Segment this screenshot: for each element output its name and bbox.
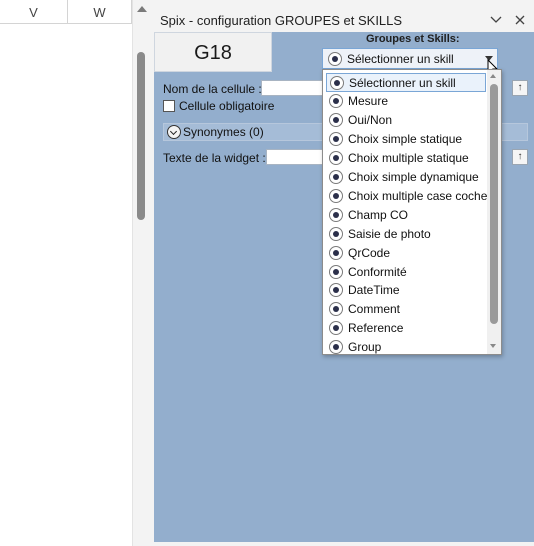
panel-header: Spix - configuration GROUPES et SKILLS <box>150 0 534 34</box>
widget-text-label: Texte de la widget : <box>163 151 266 165</box>
skill-bullet-icon <box>330 75 344 90</box>
dropdown-item[interactable]: Choix simple statique <box>326 130 486 149</box>
cell-name-label: Nom de la cellule : <box>163 82 262 96</box>
skill-bullet-icon <box>329 113 343 128</box>
cell-name-input[interactable] <box>261 80 323 96</box>
dropdown-item-label: Choix simple statique <box>348 132 463 147</box>
synonyms-label: Synonymes (0) <box>183 125 264 139</box>
skill-dropdown-list[interactable]: Sélectionner un skill Mesure Oui/Non Choix … <box>322 69 502 355</box>
skill-bullet-icon <box>329 340 343 355</box>
skill-bullet-icon <box>329 170 343 184</box>
dropdown-item-label: Conformité <box>348 264 407 279</box>
chevron-down-icon[interactable] <box>488 12 504 28</box>
skill-bullet-icon <box>329 245 343 260</box>
dropdown-item[interactable]: Choix multiple statique <box>326 149 486 168</box>
dropdown-item-label: QrCode <box>348 245 391 260</box>
dropdown-item[interactable]: Conformité <box>326 262 486 281</box>
column-headers: V W <box>0 0 132 24</box>
skill-bullet-icon <box>329 321 343 336</box>
scroll-up-arrow-icon[interactable] <box>137 6 147 12</box>
skill-bullet-icon <box>329 94 343 109</box>
skill-bullet-icon <box>329 302 343 317</box>
dropdown-scroll-thumb[interactable] <box>490 84 498 324</box>
dropdown-item-label: Group <box>348 340 382 355</box>
dropdown-item[interactable]: Sélectionner un skill <box>326 73 486 92</box>
dropdown-item-label: Choix multiple case cocher <box>348 188 492 203</box>
chevron-down-circle-icon[interactable] <box>167 125 181 139</box>
skill-bullet-icon <box>328 51 342 66</box>
skill-bullet-icon <box>329 151 343 166</box>
dropdown-item-label: DateTime <box>348 283 400 298</box>
skill-bullet-icon <box>329 207 343 222</box>
dropdown-scrollbar[interactable] <box>487 70 501 354</box>
skill-bullet-icon <box>329 188 343 203</box>
panel-title: Spix - configuration GROUPES et SKILLS <box>160 13 403 28</box>
scroll-up-icon[interactable] <box>490 74 496 78</box>
required-checkbox[interactable] <box>163 100 175 112</box>
column-header-v[interactable]: V <box>0 0 68 24</box>
widget-text-arrow-button[interactable]: ↑ <box>512 149 528 165</box>
widget-text-input[interactable] <box>266 149 324 165</box>
skill-bullet-icon <box>329 226 343 241</box>
scroll-down-icon[interactable] <box>490 344 496 348</box>
dropdown-item-label: Champ CO <box>348 207 409 222</box>
dropdown-item[interactable]: Mesure <box>326 92 486 111</box>
dropdown-item[interactable]: Champ CO <box>326 205 486 224</box>
dropdown-item[interactable]: QrCode <box>326 243 486 262</box>
required-label: Cellule obligatoire <box>179 99 275 113</box>
dropdown-item-label: Choix simple dynamique <box>348 170 479 184</box>
dropdown-item[interactable]: DateTime <box>326 281 486 300</box>
cell-name-arrow-button[interactable]: ↑ <box>512 80 528 96</box>
dropdown-item-label: Saisie de photo <box>348 226 431 241</box>
dropdown-item[interactable]: Choix simple dynamique <box>326 168 486 187</box>
dropdown-item[interactable]: Choix multiple case cocher <box>326 186 491 205</box>
spreadsheet-area: V W <box>0 0 150 546</box>
skill-bullet-icon <box>329 283 343 298</box>
dropdown-item[interactable]: Group <box>326 338 486 357</box>
dropdown-item-label: Comment <box>348 302 401 317</box>
groups-skills-label: Groupes et Skills: <box>366 33 460 45</box>
scrollbar-thumb[interactable] <box>137 52 145 220</box>
dropdown-item[interactable]: Reference <box>326 319 486 338</box>
skill-bullet-icon <box>329 264 343 279</box>
dropdown-item[interactable]: Comment <box>326 300 486 319</box>
close-icon[interactable] <box>512 12 528 28</box>
column-header-w[interactable]: W <box>68 0 132 24</box>
dropdown-item-label: Reference <box>348 321 404 336</box>
skill-select[interactable]: Sélectionner un skill <box>322 48 498 69</box>
dropdown-item-label: Choix multiple statique <box>348 151 469 166</box>
dropdown-item-label: Oui/Non <box>348 113 393 128</box>
dropdown-item-label: Sélectionner un skill <box>349 75 456 90</box>
dropdown-item[interactable]: Oui/Non <box>326 111 486 130</box>
sheet-vertical-scrollbar[interactable] <box>132 0 150 546</box>
dropdown-item[interactable]: Saisie de photo <box>326 224 486 243</box>
skill-bullet-icon <box>329 132 343 147</box>
dropdown-item-label: Mesure <box>348 94 389 109</box>
cell-reference: G18 <box>154 32 272 72</box>
skill-select-value: Sélectionner un skill <box>347 51 454 66</box>
